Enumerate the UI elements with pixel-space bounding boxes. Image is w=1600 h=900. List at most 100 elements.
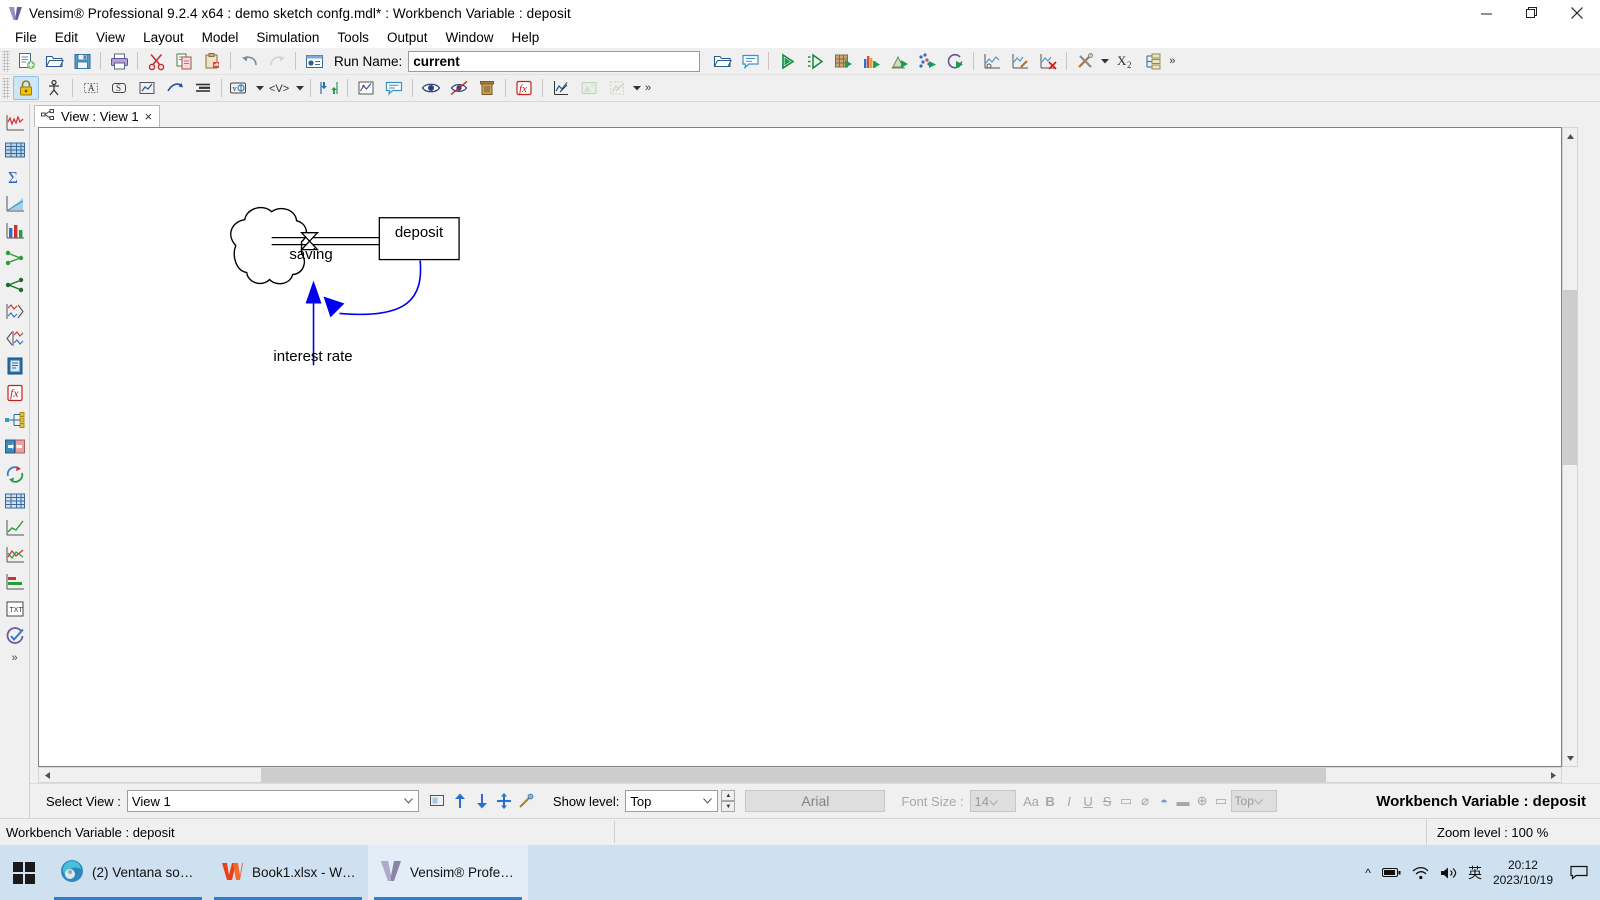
battery-icon[interactable] xyxy=(1381,866,1401,879)
canvas-vertical-scrollbar[interactable] xyxy=(1562,127,1578,767)
lock-icon[interactable] xyxy=(13,76,39,100)
run-settings-icon[interactable] xyxy=(301,49,327,73)
chart-sketch-icon[interactable] xyxy=(353,76,379,100)
background-color-button[interactable]: ▭ xyxy=(1212,790,1231,812)
ime-icon[interactable]: 英 xyxy=(1468,863,1482,883)
menu-output[interactable]: Output xyxy=(378,28,437,47)
sum-tool[interactable]: Σ xyxy=(2,164,28,190)
causal-link-deposit-to-saving[interactable] xyxy=(323,260,422,318)
simulate-step-icon[interactable] xyxy=(802,49,828,73)
tools-icon[interactable] xyxy=(1072,49,1098,73)
open-model-icon[interactable] xyxy=(41,49,67,73)
level-icon[interactable] xyxy=(134,76,160,100)
rate-flow-icon[interactable] xyxy=(190,76,216,100)
scroll-up-icon[interactable] xyxy=(1563,128,1577,144)
save-model-icon[interactable] xyxy=(69,49,95,73)
maximize-button[interactable] xyxy=(1509,0,1554,26)
shadow-variable-icon[interactable]: S xyxy=(106,76,132,100)
move-down-icon[interactable] xyxy=(471,789,493,813)
minimize-button[interactable] xyxy=(1464,0,1509,26)
tab-view-1[interactable]: View : View 1 × xyxy=(34,105,161,127)
variable-box-icon[interactable]: A xyxy=(78,76,104,100)
sidebar-overflow-chevron[interactable]: » xyxy=(11,652,17,664)
comment-icon[interactable] xyxy=(381,76,407,100)
delete-data-icon[interactable] xyxy=(1035,49,1061,73)
hide-icon[interactable] xyxy=(446,76,472,100)
font-size-dropdown[interactable]: 14 xyxy=(969,790,1016,812)
bar-chart-tool[interactable] xyxy=(2,218,28,244)
line-graph-tool[interactable] xyxy=(2,515,28,541)
show-icon[interactable] xyxy=(418,76,444,100)
simulate-icon[interactable] xyxy=(774,49,800,73)
loops-tool[interactable] xyxy=(2,326,28,352)
synthesim-icon[interactable] xyxy=(830,49,856,73)
cycle-tool[interactable] xyxy=(2,461,28,487)
scroll-left-icon[interactable] xyxy=(39,768,55,782)
move-up-icon[interactable] xyxy=(449,789,471,813)
volume-icon[interactable] xyxy=(1440,866,1457,880)
spinner-up-icon[interactable]: ▲ xyxy=(721,790,736,801)
sketch-canvas[interactable]: deposit saving interest rate xyxy=(38,127,1562,767)
causes-tree-tool[interactable] xyxy=(2,245,28,271)
italic-button[interactable]: I xyxy=(1060,790,1079,812)
sensitivity-icon[interactable] xyxy=(858,49,884,73)
sketch-toolbar-overflow-chevron[interactable]: » xyxy=(645,82,651,94)
scroll-right-icon[interactable] xyxy=(1545,768,1561,782)
menu-layout[interactable]: Layout xyxy=(134,28,193,47)
paste-icon[interactable] xyxy=(199,49,225,73)
view-window-icon[interactable] xyxy=(427,789,449,813)
notifications-icon[interactable] xyxy=(1564,845,1594,900)
magic-wand-icon[interactable] xyxy=(515,789,537,813)
graph-dropdown-icon[interactable] xyxy=(631,76,643,100)
taskbar-clock[interactable]: 20:12 2023/10/19 xyxy=(1493,858,1553,888)
optimize-icon[interactable] xyxy=(886,49,912,73)
table-time-tool[interactable] xyxy=(2,488,28,514)
multi-line-graph-tool[interactable] xyxy=(2,542,28,568)
menu-view[interactable]: View xyxy=(87,28,134,47)
edit-data-icon[interactable] xyxy=(1007,49,1033,73)
scroll-down-icon[interactable] xyxy=(1563,750,1577,766)
bar-graph-tool[interactable] xyxy=(2,569,28,595)
tools-dropdown-icon[interactable] xyxy=(1099,49,1111,73)
run-name-input[interactable] xyxy=(408,50,701,72)
line-color-button[interactable]: ⊕ xyxy=(1193,790,1212,812)
spinner-down-icon[interactable]: ▼ xyxy=(721,801,736,812)
menu-edit[interactable]: Edit xyxy=(46,28,87,47)
bold-button[interactable]: B xyxy=(1041,790,1060,812)
menu-simulation[interactable]: Simulation xyxy=(247,28,328,47)
canvas-horizontal-scrollbar[interactable] xyxy=(38,767,1562,783)
equation-tool[interactable]: fx xyxy=(2,380,28,406)
taskbar-item-edge[interactable]: (2) Ventana softw... xyxy=(48,845,208,900)
auxiliary-label[interactable]: interest rate xyxy=(247,348,379,365)
tray-chevron-icon[interactable]: ^ xyxy=(1365,866,1371,880)
graph-sketch-icon[interactable] xyxy=(548,76,574,100)
check-model-tool[interactable] xyxy=(2,623,28,649)
delete-icon[interactable] xyxy=(474,76,500,100)
table-tool[interactable] xyxy=(2,137,28,163)
open-run-icon[interactable] xyxy=(709,49,735,73)
merge-variable-icon[interactable]: <V> xyxy=(267,76,293,100)
move-size-icon[interactable] xyxy=(41,76,67,100)
undo-icon[interactable] xyxy=(236,49,262,73)
area-graph-tool[interactable] xyxy=(2,191,28,217)
menu-file[interactable]: File xyxy=(6,28,46,47)
dataset-icon[interactable] xyxy=(979,49,1005,73)
text-position-dropdown[interactable]: Top xyxy=(1230,790,1277,812)
merge-dropdown-icon[interactable] xyxy=(294,76,306,100)
document-tool[interactable] xyxy=(2,353,28,379)
taskbar-item-vensim[interactable]: Vensim® Profess... xyxy=(368,845,528,900)
cut-icon[interactable] xyxy=(143,49,169,73)
print-icon[interactable] xyxy=(106,49,132,73)
sketch-comment-link-icon[interactable] xyxy=(316,76,342,100)
close-button[interactable] xyxy=(1554,0,1600,26)
show-level-dropdown[interactable]: Top xyxy=(625,790,719,812)
run-comment-icon[interactable] xyxy=(737,49,763,73)
reality-check-icon[interactable] xyxy=(942,49,968,73)
arrow-icon[interactable] xyxy=(162,76,188,100)
subscript-icon[interactable]: X 2 xyxy=(1112,49,1138,73)
text-report-tool[interactable]: TXT xyxy=(2,596,28,622)
vertical-scroll-thumb[interactable] xyxy=(1563,290,1577,465)
strikethrough-button[interactable]: S xyxy=(1098,790,1117,812)
input-output-icon[interactable]: v xyxy=(227,76,253,100)
model-tree-icon[interactable] xyxy=(1140,49,1166,73)
